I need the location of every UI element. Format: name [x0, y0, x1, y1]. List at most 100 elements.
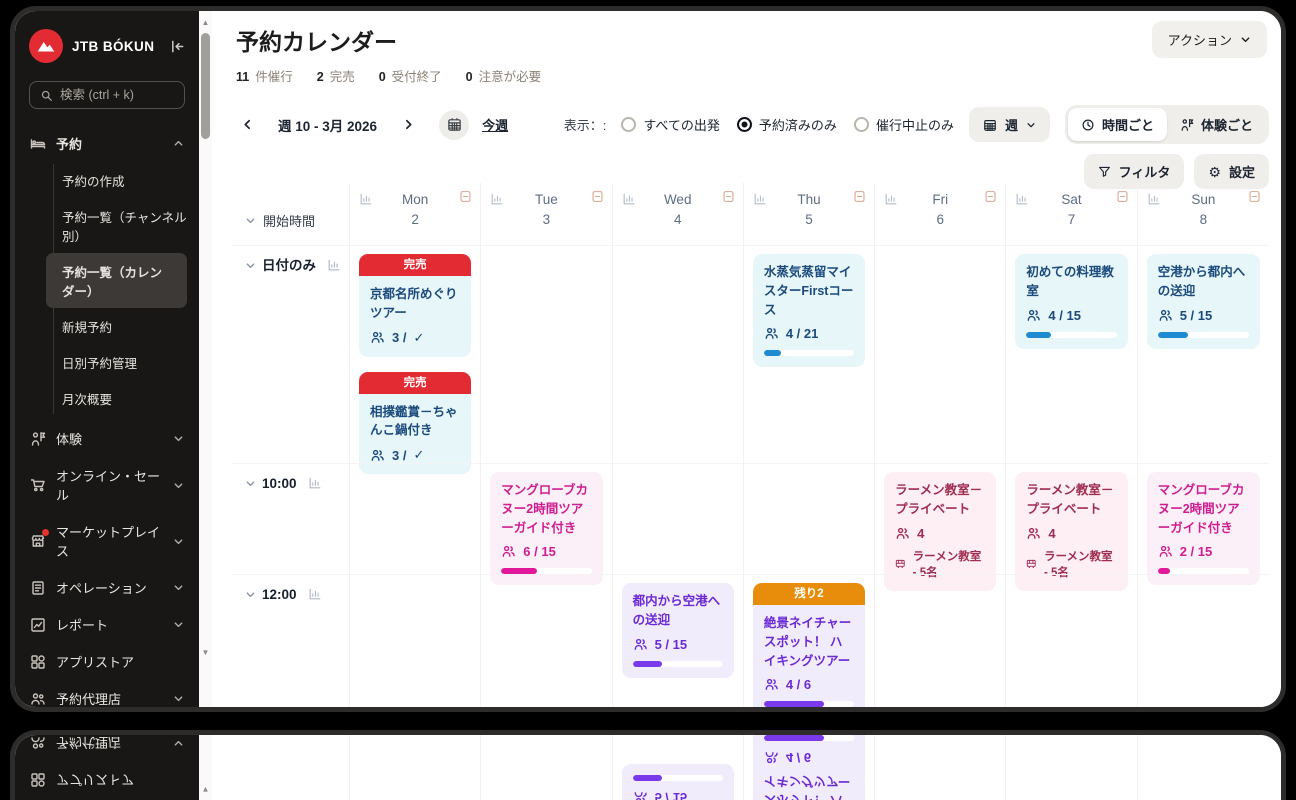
sidebar-item-label: レポート [56, 618, 109, 633]
sidebar-item-marketplace[interactable]: マーケットプレイス [15, 513, 199, 569]
week-label: 週 10 - 3月 2026 [278, 118, 378, 134]
stats-row: 11 件催行 2 完売 0 受付終了 0 注意が必要 [212, 57, 1281, 85]
column-note-icon[interactable] [459, 190, 472, 203]
chevron-down-icon [173, 582, 184, 593]
chevron-down-icon [1241, 37, 1250, 43]
event-card-hiking-tour[interactable]: 残り2 絶景ネイチャースポット！ ハイキングツアー 4 / 6 [752, 583, 866, 707]
chevron-down-icon[interactable] [245, 260, 256, 271]
event-card-ramen-private[interactable]: ラーメン教室－プライベート 4 ラーメン教室 - 5名 [1015, 472, 1128, 591]
column-chart-icon[interactable] [490, 192, 504, 206]
column-note-icon[interactable] [984, 190, 997, 203]
day-cell [481, 245, 613, 463]
sidebar-item-online-sales[interactable]: オンライン・セール [15, 457, 199, 513]
event-count: 3 / ✓ [370, 330, 460, 346]
search-icon [40, 89, 53, 102]
event-title: 空港から都内への送迎 [1157, 265, 1246, 298]
radio-all-departures[interactable]: すべての出発 [621, 115, 720, 134]
radio-booked-only[interactable]: 予約済みのみ [736, 115, 837, 134]
next-week-button[interactable] [395, 112, 421, 138]
column-chart-icon[interactable] [884, 192, 898, 206]
event-card-kyoto-tour[interactable]: 完売 京都名所めぐりツアー 3 / ✓ [359, 254, 472, 357]
column-note-icon[interactable] [1116, 190, 1129, 203]
day-header-thu: Thu 5 [744, 183, 876, 245]
reports-icon [30, 617, 46, 633]
event-title: 相撲鑑賞－ちゃんこ鍋付き [370, 404, 458, 438]
column-note-icon[interactable] [722, 190, 735, 203]
chevron-down-icon[interactable] [245, 589, 256, 600]
column-chart-icon[interactable] [753, 192, 767, 206]
sidebar-item-experiences[interactable]: 体験 [15, 420, 199, 457]
column-chart-icon[interactable] [1147, 192, 1161, 206]
people-icon [371, 331, 384, 343]
day-header-wed: Wed 4 [613, 183, 744, 245]
sold-out-badge: 完売 [359, 371, 472, 394]
sidebar-item-create-booking[interactable]: 予約の作成 [15, 162, 199, 198]
sidebar-item-app-store[interactable]: アプリストア [15, 643, 199, 680]
row-label-10-00: 10:00 [232, 463, 350, 574]
column-chart-icon[interactable] [1015, 192, 1029, 206]
segment-by-experience[interactable]: 体験ごと [1167, 108, 1266, 141]
column-note-icon[interactable] [853, 190, 866, 203]
chevron-down-icon[interactable] [245, 478, 256, 489]
search-input[interactable] [60, 88, 174, 102]
day-cell: マングローブカヌー2時間ツアーガイド付き 6 / 15 [481, 463, 613, 586]
scrollbar-thumb[interactable] [201, 33, 210, 139]
sidebar-item-reports[interactable]: レポート [15, 606, 199, 643]
sidebar-item-booking-list-channel[interactable]: 予約一覧（チャンネル別） [15, 198, 199, 253]
sidebar-item-monthly-summary[interactable]: 月次概要 [15, 380, 199, 416]
row-chart-icon[interactable] [308, 476, 322, 490]
sidebar-item-booking-agents[interactable]: 予約代理店 [15, 680, 199, 707]
column-chart-icon[interactable] [359, 192, 373, 206]
chevron-down-icon[interactable] [245, 215, 256, 226]
event-title: 絶景ネイチャースポット！ ハイキングツアー [763, 616, 852, 668]
event-card-cooking-class[interactable]: 初めての料理教室 4 / 15 [1015, 254, 1128, 349]
radio-cancelled-only[interactable]: 催行中止のみ [853, 115, 954, 134]
sidebar: JTB BÓKUN 予約 予約の作成 予約一覧（チャンネル別） 予約一覧（カレン… [15, 11, 199, 707]
scroll-down-arrow-icon[interactable]: ▼ [199, 645, 212, 659]
gear-icon: ⚙ [1208, 163, 1221, 180]
sidebar-item-daily-booking[interactable]: 日別予約管理 [15, 344, 199, 380]
sidebar-item-label: マーケットプレイス [56, 525, 161, 559]
day-header-tue: Tue 3 [481, 183, 613, 245]
day-cell [875, 574, 1007, 707]
event-card-sumo[interactable]: 完売 相撲鑑賞－ちゃんこ鍋付き 3 / ✓ [359, 371, 472, 474]
event-title: マングローブカヌー2時間ツアーガイド付き [1157, 483, 1245, 535]
calendar-icon[interactable] [439, 109, 470, 140]
event-card-mangrove-canoe[interactable]: マングローブカヌー2時間ツアーガイド付き 6 / 15 [490, 472, 603, 586]
view-period-dropdown[interactable]: 週 [968, 107, 1050, 142]
column-note-icon[interactable] [1248, 190, 1261, 203]
brand-name: JTB BÓKUN [72, 38, 155, 54]
day-header-sun: Sun 8 [1138, 183, 1269, 245]
event-card-distillation[interactable]: 水蒸気蒸留マイスターFirstコース 4 / 21 [752, 254, 866, 368]
sidebar-collapse-icon[interactable] [170, 39, 185, 54]
page-title: 予約カレンダー [236, 30, 397, 55]
actions-button[interactable]: アクション [1151, 21, 1267, 58]
event-card-airport-pickup[interactable]: 空港から都内への送迎 5 / 15 [1146, 254, 1260, 349]
search-box[interactable] [29, 81, 185, 109]
segment-by-time[interactable]: 時間ごと [1067, 108, 1167, 141]
day-cell: マングローブカヌー2時間ツアーガイド付き 2 / 15 [1137, 463, 1269, 586]
scroll-up-arrow-icon[interactable]: ▲ [199, 15, 212, 29]
sidebar-scrollbar[interactable]: ▲ ▼ [199, 11, 212, 707]
today-link[interactable]: 今週 [482, 115, 508, 134]
capacity-progress [1157, 331, 1249, 338]
event-count: 4 [1026, 526, 1116, 541]
brand-logo-icon [29, 29, 63, 63]
column-note-icon[interactable] [591, 190, 604, 203]
day-cell [481, 574, 613, 707]
radio-circle-icon [621, 117, 637, 132]
event-card-mangrove-canoe[interactable]: マングローブカヌー2時間ツアーガイド付き 2 / 15 [1146, 472, 1260, 586]
row-chart-icon[interactable] [327, 258, 341, 272]
event-card-city-to-airport[interactable]: 都内から空港への送迎 5 / 15 [621, 583, 734, 678]
sidebar-item-operations[interactable]: オペレーション [15, 569, 199, 606]
sidebar-item-bookings[interactable]: 予約 [15, 125, 199, 162]
previous-week-button[interactable] [234, 112, 260, 138]
row-chart-icon[interactable] [308, 587, 322, 601]
column-chart-icon[interactable] [622, 192, 636, 206]
event-card-ramen-private[interactable]: ラーメン教室－プライベート 4 ラーメン教室 - 5名 [884, 472, 997, 591]
stat-attention: 0 注意が必要 [465, 70, 542, 84]
row-label-12-00: 12:00 [232, 574, 350, 707]
sidebar-item-booking-list-calendar[interactable]: 予約一覧（カレンダー） [46, 253, 187, 308]
sidebar-item-label: 体験 [56, 432, 83, 447]
sidebar-item-new-booking[interactable]: 新規予約 [15, 308, 199, 344]
